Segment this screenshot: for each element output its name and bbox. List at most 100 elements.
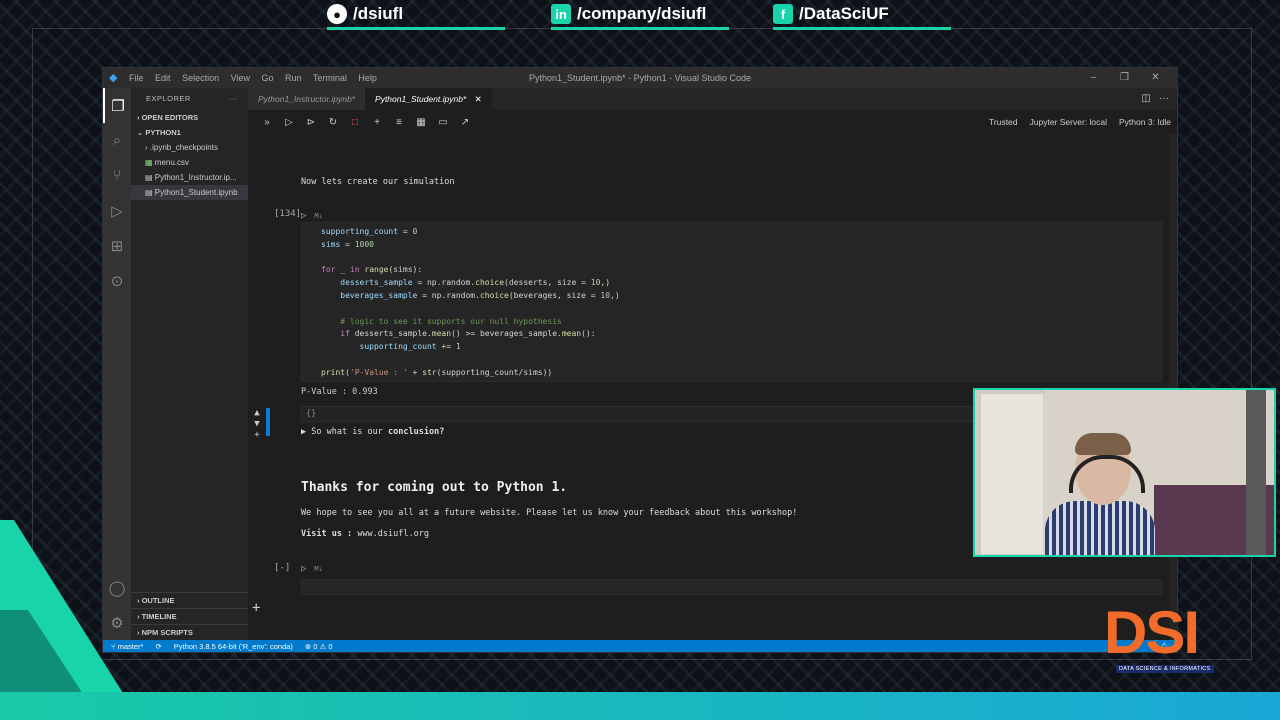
tree-item-menu-csv[interactable]: ▦ menu.csv	[131, 155, 248, 170]
sidebar-bottom-sections: › OUTLINE › TIMELINE › NPM SCRIPTS	[131, 592, 248, 640]
git-branch-icon: ⑂	[111, 641, 116, 651]
visit-link[interactable]: www.dsiufl.org	[357, 529, 429, 539]
webcam-person	[1045, 433, 1155, 555]
run-below-icon[interactable]: ⊳	[300, 117, 322, 128]
close-tab-icon[interactable]: ✕	[475, 94, 482, 104]
python-interpreter[interactable]: Python 3.8.5 64-bit ('R_env': conda)	[174, 642, 293, 651]
run-all-icon[interactable]: »	[256, 117, 278, 128]
tree-item-student[interactable]: ▤ Python1_Student.ipynb	[131, 185, 248, 200]
logo-subtitle: DATA SCIENCE & INFORMATICS	[1116, 665, 1214, 673]
activity-bar: ❐ ⌕ ⑂ ▷ ⊞ ⊙ ◯ ⚙	[103, 88, 131, 640]
notebook-file-icon: ▤	[145, 173, 153, 182]
github-icon: ●	[327, 4, 347, 24]
kernel-status[interactable]: Python 3: Idle	[1119, 110, 1171, 134]
social-label: /DataSciUF	[799, 4, 889, 23]
more-actions-icon[interactable]: ···	[229, 88, 238, 110]
run-cell-icon[interactable]: ▷	[301, 564, 306, 574]
variables-icon[interactable]: ▦	[410, 117, 432, 128]
editor-scrollbar[interactable]	[1169, 134, 1177, 640]
close-button[interactable]: ✕	[1140, 68, 1171, 88]
facebook-icon: f	[773, 4, 793, 24]
run-cell-icon[interactable]: ▷	[278, 117, 300, 128]
social-linkedin: in /company/dsiufl	[551, 2, 729, 30]
tab-student[interactable]: Python1_Student.ipynb* ✕	[365, 88, 492, 110]
menu-edit[interactable]: Edit	[155, 73, 171, 83]
folder-section[interactable]: ⌄ PYTHON1	[131, 125, 248, 140]
settings-gear-icon[interactable]: ⚙	[103, 605, 131, 640]
cell-toolbar: ▷ M↓	[301, 561, 323, 577]
restore-button[interactable]: ❐	[1109, 68, 1140, 88]
restart-kernel-icon[interactable]: ↻	[322, 117, 344, 128]
execution-count: [134]	[274, 209, 302, 219]
collapsed-section[interactable]: ▶ So what is our conclusion?	[301, 427, 444, 437]
minimize-button[interactable]: –	[1078, 68, 1109, 88]
account-icon[interactable]: ◯	[103, 570, 131, 605]
add-cell-icon[interactable]: +	[252, 600, 260, 616]
remote-icon[interactable]: ⊙	[103, 263, 131, 298]
cell-language[interactable]: M↓	[314, 212, 322, 220]
code-content[interactable]: supporting_count = 0 sims = 1000 for _ i…	[321, 226, 620, 380]
social-label: /dsiufl	[353, 4, 404, 23]
explorer-title: EXPLORER	[146, 94, 191, 103]
notebook-file-icon: ▤	[145, 188, 153, 197]
menu-selection[interactable]: Selection	[182, 73, 219, 83]
extensions-icon[interactable]: ⊞	[103, 228, 131, 263]
webcam-feed	[973, 388, 1276, 557]
person-hair	[1075, 433, 1131, 455]
editor-tabs: Python1_Instructor.ipynb* Python1_Studen…	[248, 88, 1177, 110]
cell-output: P-Value : 0.993	[301, 387, 378, 397]
tab-instructor[interactable]: Python1_Instructor.ipynb*	[248, 88, 366, 110]
cell-language[interactable]: M↓	[314, 565, 322, 573]
explorer-icon[interactable]: ❐	[103, 88, 131, 123]
clear-output-icon[interactable]: ≡	[388, 117, 410, 128]
markdown-visit: Visit us : www.dsiufl.org	[301, 529, 429, 539]
outline-section[interactable]: › OUTLINE	[131, 592, 248, 608]
tree-item-label: .ipynb_checkpoints	[149, 143, 218, 152]
interrupt-kernel-icon[interactable]: □	[344, 117, 366, 128]
tree-item-checkpoints[interactable]: › .ipynb_checkpoints	[131, 140, 248, 155]
notebook-editor: Now lets create our simulation [134] ▷ M…	[248, 134, 1171, 640]
tree-item-label: Python1_Student.ipynb	[154, 188, 238, 197]
menu-view[interactable]: View	[231, 73, 250, 83]
sync-icon[interactable]: ⟳	[155, 642, 161, 651]
jupyter-server[interactable]: Jupyter Server: local	[1030, 110, 1107, 134]
run-debug-icon[interactable]: ▷	[103, 193, 131, 228]
menu-terminal[interactable]: Terminal	[313, 73, 347, 83]
branch-indicator[interactable]: ⑂ master*	[111, 642, 143, 651]
add-cell-icon[interactable]: +	[366, 117, 388, 128]
timeline-section[interactable]: › TIMELINE	[131, 608, 248, 624]
menu-go[interactable]: Go	[261, 73, 273, 83]
export-icon[interactable]: ↗	[454, 117, 476, 128]
status-bar: ⑂ master* ⟳ Python 3.8.5 64-bit ('R_env'…	[103, 640, 1177, 652]
collapsed-label: So what is our	[311, 427, 383, 437]
editor-actions: ◫ ···	[1141, 88, 1169, 110]
tree-item-label: menu.csv	[154, 158, 190, 167]
more-actions-icon[interactable]: ···	[1159, 93, 1169, 104]
expand-arrow-icon[interactable]: ▶	[301, 427, 306, 437]
vscode-logo-icon: ◆	[109, 72, 118, 84]
menu-help[interactable]: Help	[358, 73, 377, 83]
social-github: ● /dsiufl	[327, 2, 505, 30]
selected-cell-indicator	[266, 408, 270, 436]
add-cell-below-icon[interactable]: +	[252, 430, 262, 441]
open-editors-section[interactable]: › OPEN EDITORS	[131, 110, 248, 125]
search-icon[interactable]: ⌕	[103, 123, 131, 158]
menu-run[interactable]: Run	[285, 73, 302, 83]
tree-item-instructor[interactable]: ▤ Python1_Instructor.ip...	[131, 170, 248, 185]
visit-label: Visit us :	[301, 529, 353, 539]
move-up-icon[interactable]: ▲	[252, 408, 262, 419]
run-cell-icon[interactable]: ▷	[301, 211, 306, 221]
webcam-curtain	[1246, 390, 1266, 555]
move-down-icon[interactable]: ▼	[252, 419, 262, 430]
menu-file[interactable]: File	[129, 73, 144, 83]
section-label: PYTHON1	[145, 128, 181, 137]
split-editor-icon[interactable]: ◫	[1141, 93, 1150, 104]
save-icon[interactable]: ▭	[432, 117, 454, 128]
empty-code-cell[interactable]	[301, 579, 1162, 595]
trusted-indicator[interactable]: Trusted	[989, 110, 1018, 134]
npm-scripts-section[interactable]: › NPM SCRIPTS	[131, 624, 248, 640]
section-label: NPM SCRIPTS	[141, 628, 193, 637]
source-control-icon[interactable]: ⑂	[103, 158, 131, 193]
social-facebook: f /DataSciUF	[773, 2, 951, 30]
problems-indicator[interactable]: ⊗ 0 ⚠ 0	[305, 642, 333, 651]
